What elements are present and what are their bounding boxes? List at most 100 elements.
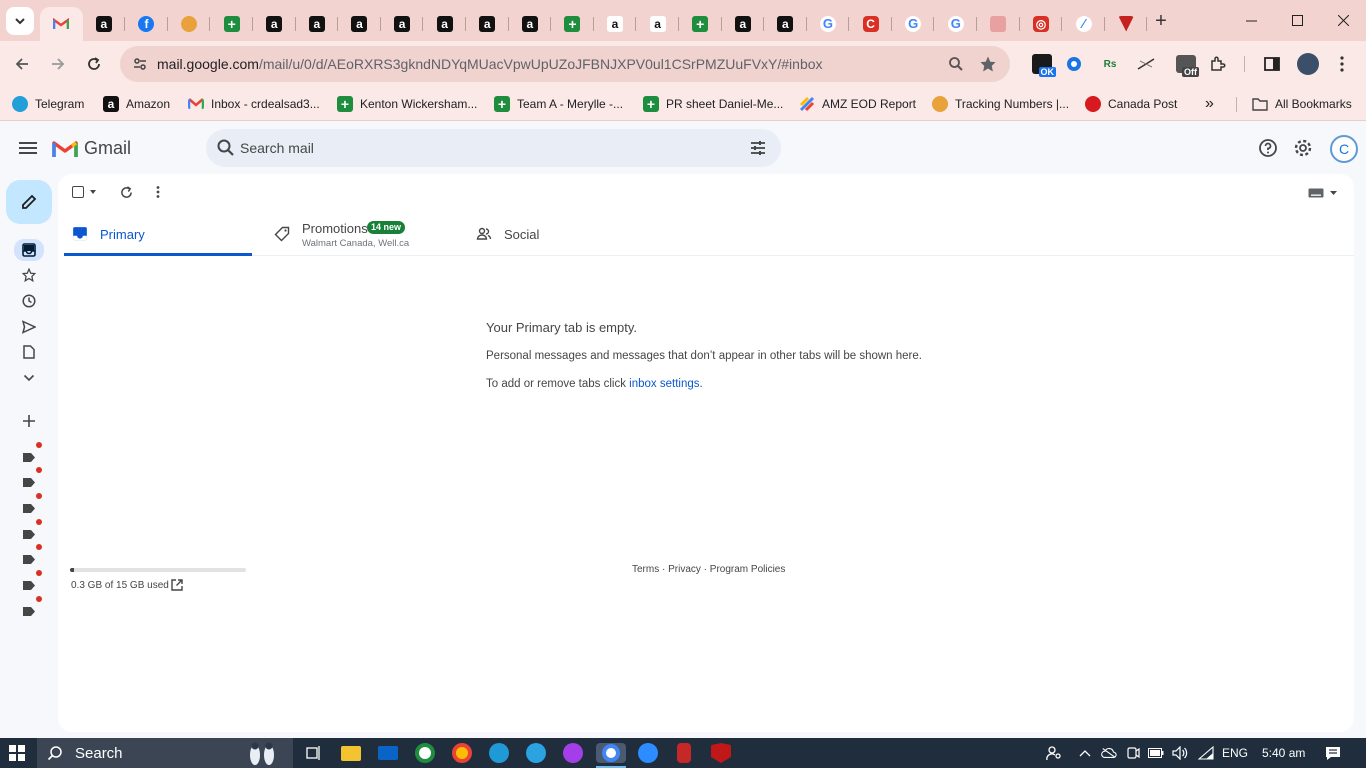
browser-tab[interactable]: a — [594, 7, 637, 41]
browser-tab[interactable] — [40, 6, 83, 41]
browser-tab[interactable]: a — [466, 7, 509, 41]
extension-tool[interactable] — [1134, 52, 1158, 76]
browser-tab[interactable]: ⁄ — [1062, 7, 1105, 41]
browser-tab[interactable]: a — [338, 7, 381, 41]
bookmark-inbox[interactable]: Inbox - crdealsad3... — [188, 93, 320, 115]
minimize-button[interactable] — [1228, 0, 1274, 41]
pdf-app-button[interactable] — [677, 743, 691, 763]
nav-drafts[interactable] — [17, 342, 41, 362]
profile-button[interactable] — [1296, 52, 1320, 76]
address-bar[interactable]: mail.google.com/mail/u/0/d/AEoRXRS3gkndN… — [120, 46, 1010, 82]
close-window-button[interactable] — [1320, 0, 1366, 41]
browser-tab[interactable]: + — [679, 7, 722, 41]
browser-tab[interactable]: f — [125, 7, 168, 41]
browser-tab[interactable]: ◎ — [1020, 7, 1063, 41]
nav-more[interactable] — [17, 368, 41, 388]
nav-label[interactable] — [17, 601, 41, 621]
nav-label[interactable] — [17, 498, 41, 518]
browser-tab[interactable]: + — [551, 7, 594, 41]
browser-tab[interactable]: G — [807, 7, 850, 41]
footer-links[interactable]: Terms · Privacy · Program Policies — [632, 564, 785, 575]
browser-tab[interactable]: G — [892, 7, 935, 41]
volume-tray-button[interactable] — [1172, 745, 1188, 761]
nav-label[interactable] — [17, 447, 41, 467]
select-dropdown-icon[interactable] — [90, 190, 96, 194]
nav-label[interactable] — [17, 472, 41, 492]
settings-button[interactable] — [1291, 136, 1315, 160]
input-tools-button[interactable] — [1308, 186, 1338, 200]
bookmark-canada-post[interactable]: Canada Post — [1085, 93, 1177, 115]
refresh-button[interactable] — [118, 184, 134, 200]
windows-start-button[interactable] — [9, 745, 25, 761]
mcafee-app-button[interactable] — [711, 743, 731, 763]
bookmark-pr-sheet[interactable]: + PR sheet Daniel-Me... — [643, 93, 783, 115]
show-hidden-icons-button[interactable] — [1077, 745, 1093, 761]
wifi-tray-button[interactable] — [1198, 745, 1214, 761]
bookmark-tracking[interactable]: Tracking Numbers |... — [932, 93, 1069, 115]
support-button[interactable] — [1256, 136, 1280, 160]
nav-label[interactable] — [17, 524, 41, 544]
compose-button[interactable] — [6, 180, 52, 224]
tab-promotions[interactable]: Promotions 14 new Walmart Canada, Well.c… — [274, 212, 484, 256]
nav-inbox[interactable] — [14, 239, 44, 261]
chrome-app-button-2[interactable] — [452, 743, 472, 763]
extensions-menu-button[interactable] — [1206, 52, 1230, 76]
zoom-app-button[interactable] — [638, 743, 658, 763]
onedrive-tray-button[interactable] — [1101, 745, 1117, 761]
browser-tab[interactable]: a — [636, 7, 679, 41]
meet-now-tray-button[interactable] — [1125, 745, 1141, 761]
browser-tab[interactable]: a — [296, 7, 339, 41]
bookmark-amazon[interactable]: a Amazon — [103, 93, 170, 115]
bookmark-amz-eod[interactable]: AMZ EOD Report — [799, 93, 916, 115]
more-bookmarks-button[interactable]: » — [1205, 93, 1214, 115]
file-explorer-button[interactable] — [341, 746, 361, 761]
nav-starred[interactable] — [17, 265, 41, 285]
language-indicator[interactable]: ENG — [1222, 746, 1248, 760]
browser-tab[interactable] — [977, 7, 1020, 41]
select-all-checkbox[interactable] — [72, 186, 84, 198]
telegram-app-button[interactable] — [526, 743, 546, 763]
inbox-settings-link[interactable]: inbox settings — [629, 378, 699, 390]
search-icon[interactable] — [216, 138, 236, 158]
site-info-button[interactable] — [128, 52, 152, 76]
edge-app-button[interactable] — [489, 743, 509, 763]
all-bookmarks-button[interactable]: All Bookmarks — [1252, 93, 1352, 115]
browser-tab[interactable]: C — [849, 7, 892, 41]
extension-off[interactable]: Off — [1174, 52, 1199, 77]
browser-tab[interactable]: G — [934, 7, 977, 41]
extension-ok[interactable]: OK — [1030, 52, 1056, 77]
forward-button[interactable] — [44, 50, 72, 78]
people-tray-button[interactable] — [1046, 745, 1062, 761]
nav-label[interactable] — [17, 549, 41, 569]
bookmark-telegram[interactable]: Telegram — [12, 93, 84, 115]
browser-tab[interactable]: a — [764, 7, 807, 41]
reload-button[interactable] — [80, 50, 108, 78]
chrome-app-active-button[interactable] — [596, 743, 626, 763]
messenger-app-button[interactable] — [563, 743, 583, 763]
browser-tab[interactable]: a — [722, 7, 765, 41]
tab-social[interactable]: Social — [476, 212, 676, 256]
taskbar-clock[interactable]: 5:40 am — [1262, 746, 1305, 760]
battery-tray-button[interactable] — [1148, 745, 1164, 761]
mail-app-button[interactable] — [378, 746, 398, 760]
search-input[interactable] — [240, 137, 740, 159]
gmail-logo[interactable]: Gmail — [52, 138, 131, 159]
open-in-new-icon[interactable] — [170, 578, 184, 592]
tab-search-button[interactable] — [6, 7, 34, 35]
nav-sent[interactable] — [17, 317, 41, 337]
back-button[interactable] — [8, 50, 36, 78]
chrome-menu-button[interactable] — [1330, 52, 1354, 76]
new-tab-button[interactable]: + — [1150, 10, 1172, 32]
create-label-button[interactable] — [17, 411, 41, 431]
extension-blue[interactable] — [1062, 52, 1086, 76]
zoom-button[interactable] — [945, 53, 967, 75]
account-avatar[interactable]: C — [1330, 135, 1358, 163]
maximize-button[interactable] — [1274, 0, 1320, 41]
taskbar-search[interactable]: Search — [37, 738, 293, 768]
tab-primary[interactable]: Primary — [64, 212, 252, 256]
extension-rs[interactable]: Rs — [1098, 52, 1122, 76]
browser-tab[interactable]: a — [509, 7, 552, 41]
task-view-button[interactable] — [303, 743, 323, 763]
browser-tab[interactable] — [1105, 7, 1148, 41]
browser-tab[interactable]: a — [253, 7, 296, 41]
